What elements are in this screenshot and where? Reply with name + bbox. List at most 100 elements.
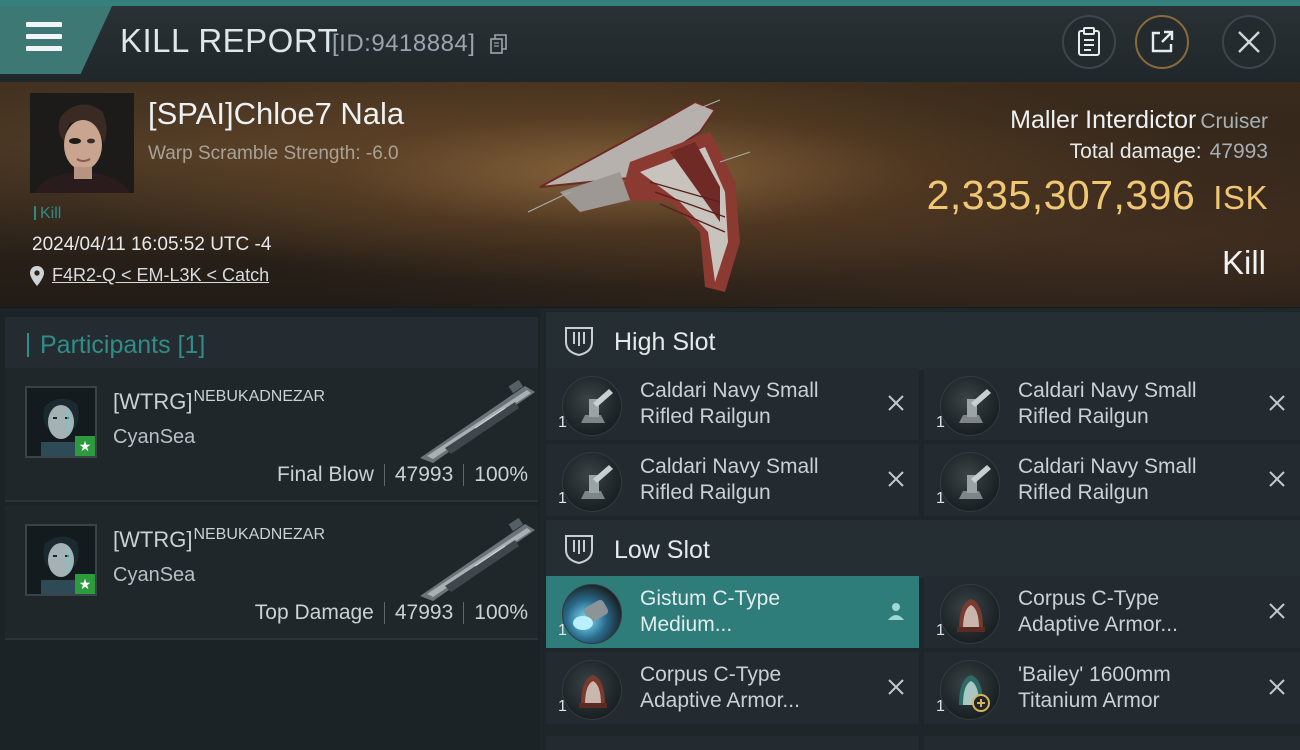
ship-type[interactable]: Maller Interdictor Cruiser [1010,106,1268,135]
close-button[interactable] [1222,15,1276,69]
module-quantity: 1 [558,414,567,431]
module-item[interactable]: 1 Corpus C-Type Adaptive Armor... [546,652,919,724]
participant-alliance: CyanSea [113,564,196,586]
participants-panel: Participants [1] ★ [WTRG]NEBUKADNEZAR Cy… [0,308,540,750]
star-icon: ★ [75,574,95,594]
module-name: Caldari Navy Small Rifled Railgun [640,379,819,428]
railgun-icon [940,452,1000,512]
participant-damage: 47993 [394,601,454,624]
warp-scramble-strength: Warp Scramble Strength: -6.0 [148,143,399,164]
high-slot-title: High Slot [614,328,716,356]
high-slot-header: High Slot [546,312,1300,370]
blow-label: Top Damage [254,601,374,624]
participants-title: Participants [1] [40,331,206,359]
isk-amount: 2,335,307,396 [926,172,1196,218]
module-quantity: 1 [558,698,567,715]
module-item-selected[interactable]: 1 Gistum C-Type Medium... [546,576,919,648]
destroyed-x-icon [888,679,904,695]
destroyed-x-icon [1269,603,1285,619]
module-item[interactable]: 1 'Bailey' 1600mm Titanium Armor [924,652,1300,724]
copy-icon[interactable] [489,33,509,55]
total-damage: Total damage: 47993 [1070,140,1268,164]
top-accent-line [0,0,1300,6]
armor-plate-icon [940,660,1000,720]
armor-hardener-icon [940,584,1000,644]
close-icon [1238,31,1260,53]
participant-name: [WTRG]NEBUKADNEZAR [113,526,326,552]
avatar: ★ [25,386,97,458]
victim-portrait[interactable] [30,93,134,193]
participant-alliance: CyanSea [113,426,196,448]
ship-name: Maller Interdictor [1010,106,1197,134]
participant-stats: Final Blow 47993 100% [277,463,528,487]
module-name: Caldari Navy Small Rifled Railgun [1018,379,1197,428]
result-label: Kill [1221,244,1266,281]
kill-datetime: 2024/04/11 16:05:52 UTC -4 [32,234,272,255]
menu-icon[interactable] [26,22,62,52]
destroyed-x-icon [1269,395,1285,411]
total-damage-value: 47993 [1209,140,1268,163]
module-item[interactable]: 1 Caldari Navy Small Rifled Railgun [546,368,919,440]
fitting-panel: High Slot 1 Caldari Navy Small Rifled Rai… [540,308,1300,750]
module-name: Corpus C-Type Adaptive Armor... [640,663,800,712]
module-quantity: 1 [936,490,945,507]
module-name: Caldari Navy Small Rifled Railgun [1018,455,1197,504]
railgun-icon [940,376,1000,436]
location-pin-icon [30,265,44,286]
module-name: Gistum C-Type Medium... [640,587,781,636]
destroyed-x-icon [888,395,904,411]
avatar: ★ [25,524,97,596]
low-slot-icon [565,535,593,565]
module-item[interactable]: 1 Caldari Navy Small Rifled Railgun [924,444,1300,516]
low-slot-title: Low Slot [614,536,710,564]
divider [463,464,465,486]
participant-stats: Top Damage 47993 100% [255,601,528,625]
module-quantity: 1 [558,622,567,639]
location-link[interactable]: F4R2-Q < EM-L3K < Catch [52,265,269,286]
divider [383,602,385,624]
module-name: Caldari Navy Small Rifled Railgun [640,455,819,504]
share-button[interactable] [1135,15,1189,69]
isk-value: 2,335,307,396 ISK [927,172,1268,219]
kill-id: [ID:9418884] [332,30,476,57]
module-item[interactable]: 1 Caldari Navy Small Rifled Railgun [924,368,1300,440]
kill-tag: Kill [34,205,61,223]
module-name: 'Bailey' 1600mm Titanium Armor [1018,663,1171,712]
destroyed-x-icon [1269,471,1285,487]
destroyed-x-icon [888,471,904,487]
module-quantity: 1 [936,698,945,715]
participant-row[interactable]: ★ [WTRG]NEBUKADNEZAR CyanSea Final Blow … [5,368,538,502]
blow-label: Final Blow [277,463,374,486]
clipboard-icon [1078,27,1100,56]
participant-row[interactable]: ★ [WTRG]NEBUKADNEZAR CyanSea Top Damage … [5,506,538,640]
module-quantity: 1 [558,490,567,507]
ship-class: Cruiser [1200,110,1268,133]
victim-name[interactable]: [SPAI]Chloe7 Nala [148,96,404,132]
participant-percent: 100% [474,601,528,624]
participant-percent: 100% [474,463,528,486]
armor-hardener-icon [562,660,622,720]
divider [383,464,385,486]
share-icon [1151,30,1174,53]
low-slot-header: Low Slot [546,520,1300,578]
module-item-peek[interactable] [924,736,1300,750]
railgun-weapon-image [420,379,535,463]
module-item[interactable]: 1 Caldari Navy Small Rifled Railgun [546,444,919,516]
module-item[interactable]: 1 Corpus C-Type Adaptive Armor... [924,576,1300,648]
participant-name: [WTRG]NEBUKADNEZAR [113,388,326,414]
railgun-weapon-image [420,517,535,601]
isk-unit: ISK [1213,179,1268,216]
page-title: KILL REPORT [120,22,339,59]
destroyed-x-icon [1269,679,1285,695]
high-slot-icon [565,327,593,357]
total-damage-label: Total damage: [1069,140,1202,163]
module-name: Corpus C-Type Adaptive Armor... [1018,587,1178,636]
railgun-icon [562,376,622,436]
top-bar: KILL REPORT [ID:9418884] [0,0,1300,82]
clipboard-button[interactable] [1062,15,1116,69]
railgun-icon [562,452,622,512]
module-item-peek[interactable] [546,736,919,750]
module-quantity: 1 [936,622,945,639]
kill-location[interactable]: F4R2-Q < EM-L3K < Catch [30,265,269,286]
module-quantity: 1 [936,414,945,431]
